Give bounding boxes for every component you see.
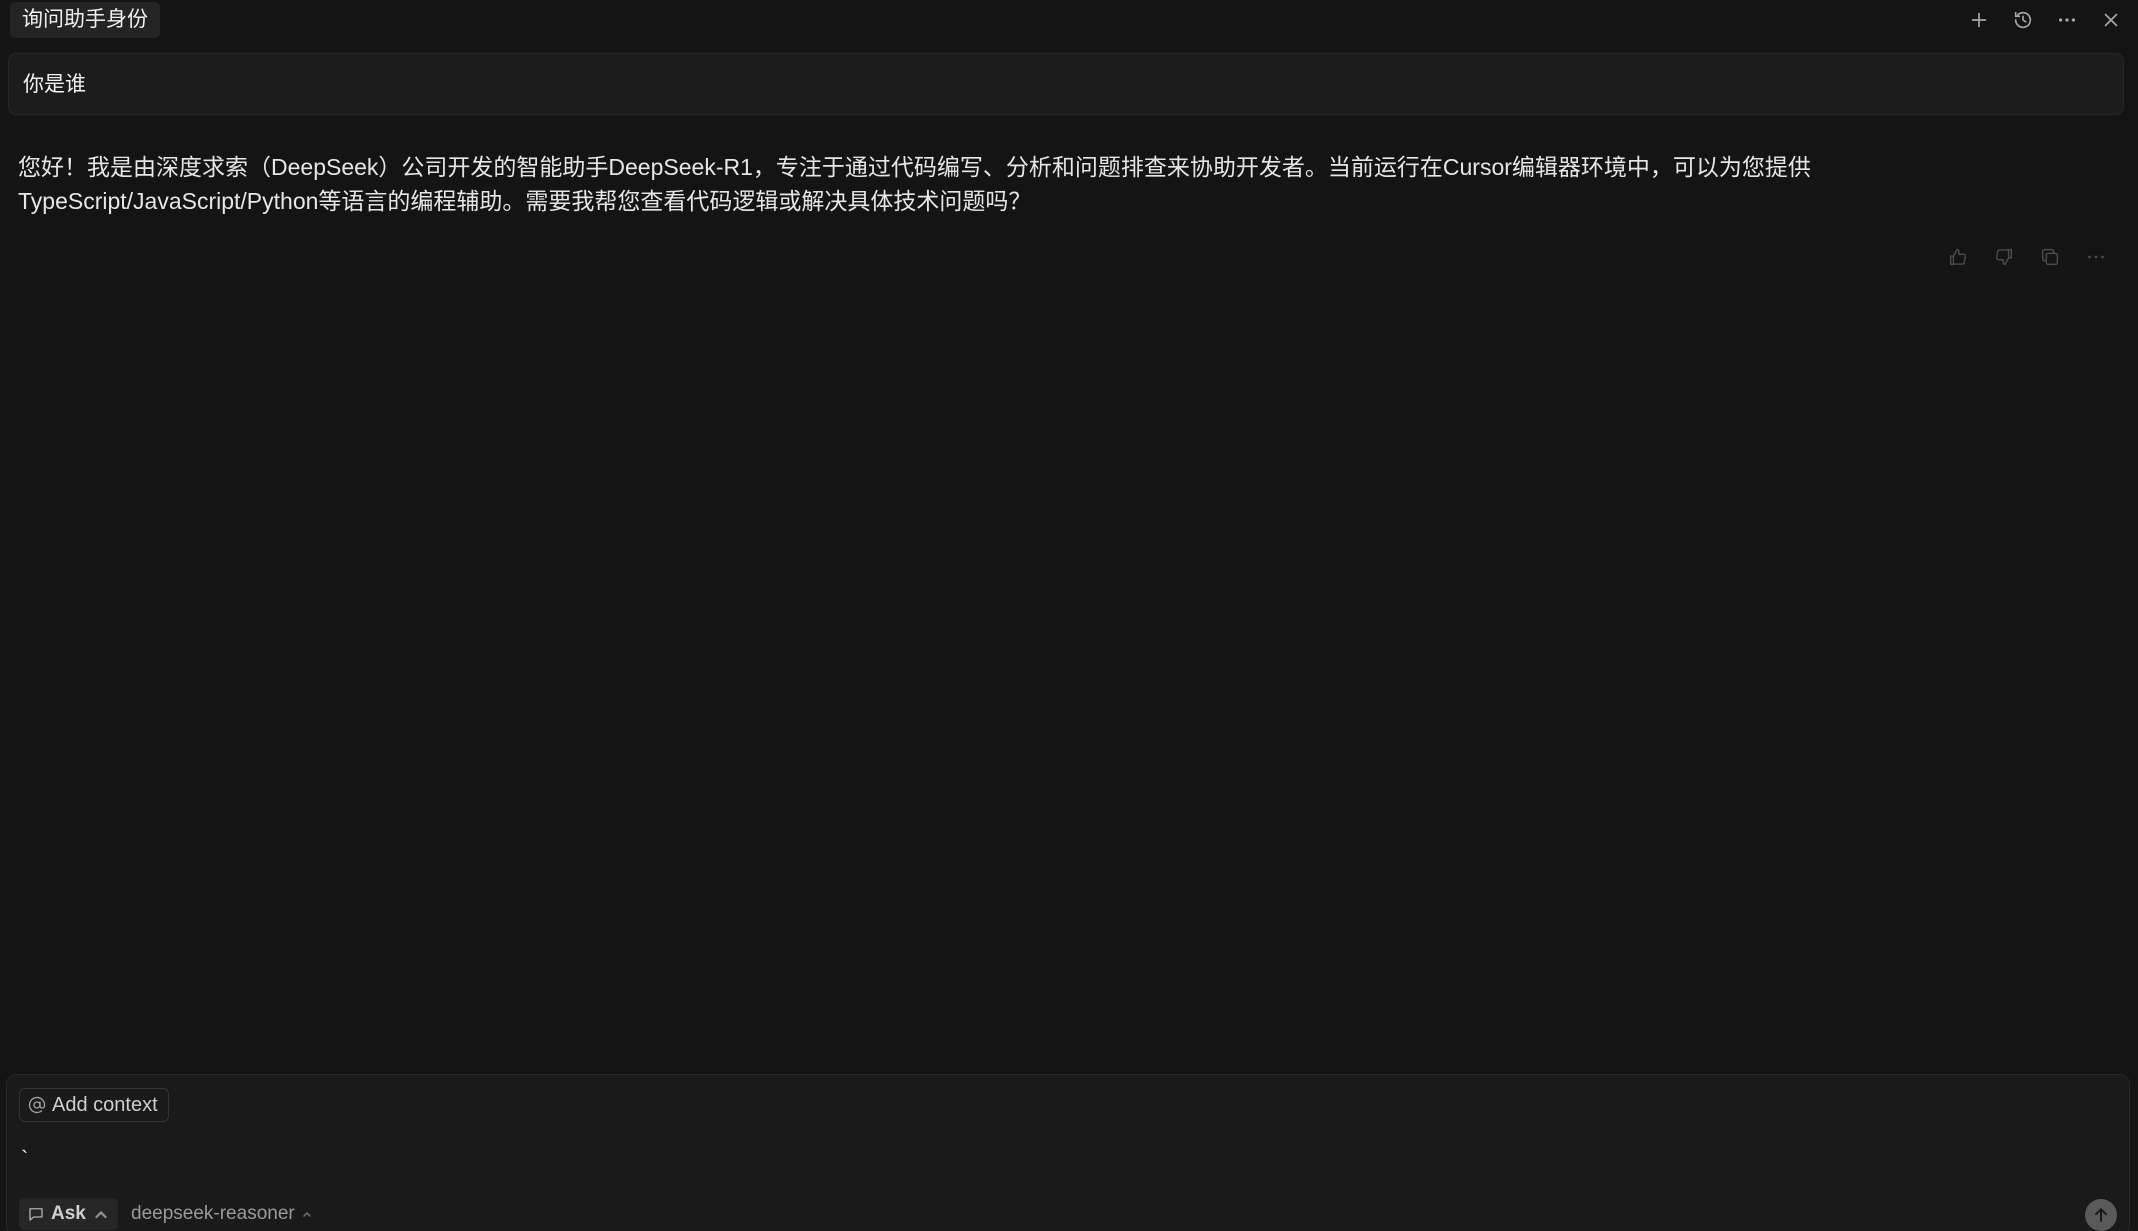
chevron-up-icon [95,1210,107,1219]
model-label: deepseek-reasoner [131,1203,295,1224]
thumbs-down-icon[interactable] [1992,245,2016,269]
message-actions [1946,245,2108,269]
at-sign-icon [28,1096,46,1114]
close-icon[interactable] [2098,7,2124,33]
send-button[interactable] [2085,1199,2117,1231]
user-message-text: 你是谁 [23,73,86,96]
composer: Add context Ask deepseek-reasoner [6,1074,2130,1231]
chat-panel: 询问助手身份 你是谁 您好！我是由深度求索（DeepSeek）公司开发的智能助手… [0,0,2138,1231]
copy-icon[interactable] [2038,245,2062,269]
chevron-up-icon [302,1211,311,1217]
top-bar: 询问助手身份 [0,0,2138,44]
thumbs-up-icon[interactable] [1946,245,1970,269]
arrow-up-icon [2095,1208,2107,1222]
top-bar-actions [1966,2,2124,38]
history-icon[interactable] [2010,7,2036,33]
add-context-button[interactable]: Add context [19,1088,169,1122]
chat-input[interactable] [21,1139,2101,1179]
assistant-message: 您好！我是由深度求索（DeepSeek）公司开发的智能助手DeepSeek-R1… [18,154,1811,214]
mode-selector[interactable]: Ask [19,1198,118,1230]
user-message-bubble[interactable]: 你是谁 [8,53,2124,115]
add-context-label: Add context [52,1093,158,1116]
chat-tab-title[interactable]: 询问助手身份 [10,2,160,38]
message-more-icon[interactable] [2084,245,2108,269]
chat-bubble-icon [29,1208,43,1221]
more-icon[interactable] [2054,7,2080,33]
plus-icon[interactable] [1966,7,1992,33]
model-selector[interactable]: deepseek-reasoner [131,1198,313,1230]
mode-label: Ask [51,1203,86,1224]
